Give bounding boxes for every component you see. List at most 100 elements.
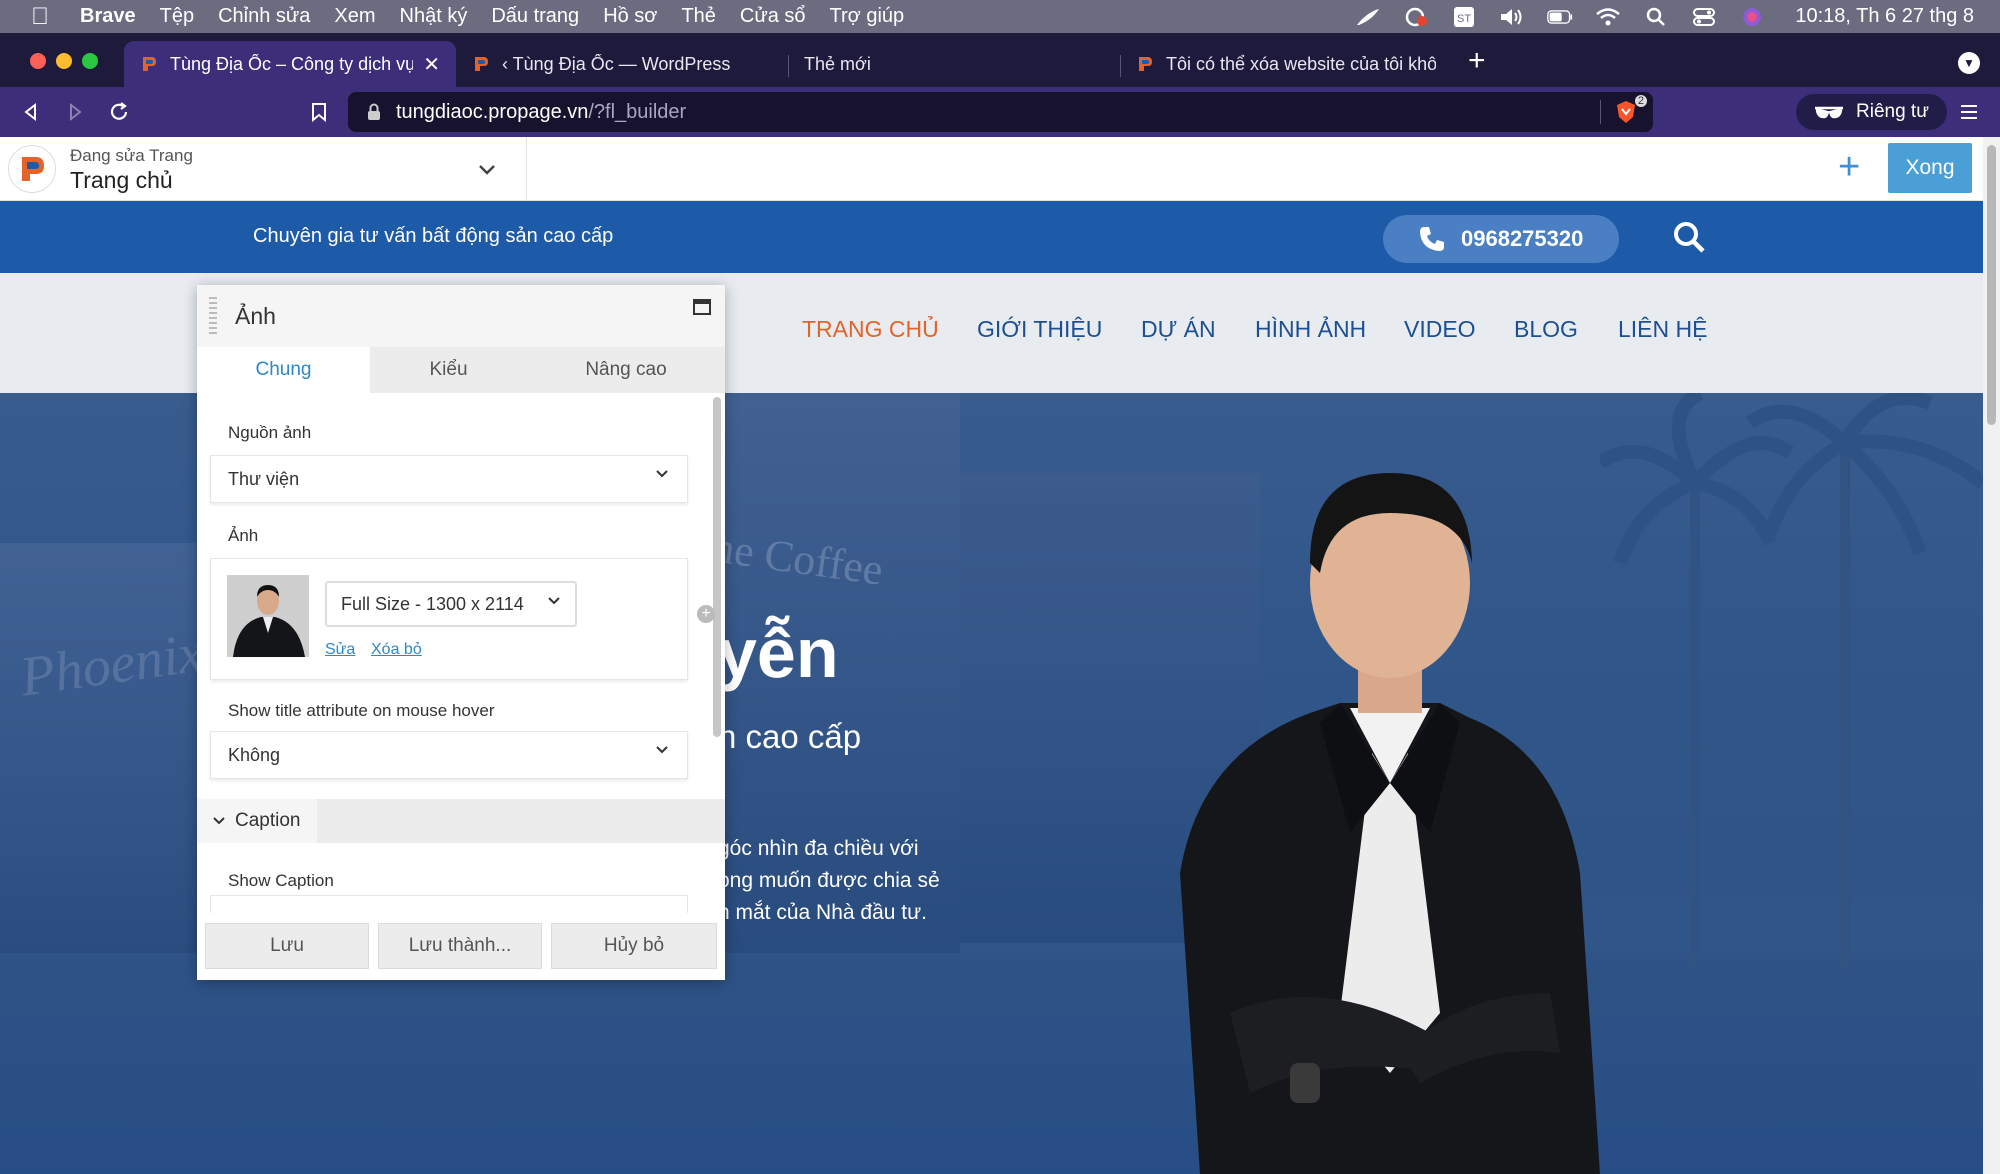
- spotlight-icon[interactable]: [1643, 7, 1669, 27]
- new-tab-plus-icon[interactable]: +: [1468, 46, 1486, 76]
- menu-edit[interactable]: Chỉnh sửa: [218, 5, 310, 28]
- tab-delete-website[interactable]: Tôi có thể xóa website của tôi không: [1120, 41, 1452, 87]
- save-button[interactable]: Lưu: [205, 923, 369, 969]
- menu-profiles[interactable]: Hồ sơ: [603, 5, 657, 28]
- tab-title: Thẻ mới: [804, 53, 871, 74]
- consultant-portrait: [1180, 473, 1600, 1174]
- done-button[interactable]: Xong: [1888, 143, 1972, 193]
- add-circle-icon[interactable]: +: [697, 605, 715, 623]
- menu-window[interactable]: Cửa sổ: [740, 5, 806, 28]
- url-host: tungdiaoc.propage.vn: [396, 100, 589, 123]
- close-window-button[interactable]: [30, 53, 46, 69]
- nav-images[interactable]: HÌNH ẢNH: [1255, 316, 1366, 343]
- show-caption-select[interactable]: [210, 895, 688, 913]
- tab-advanced[interactable]: Nâng cao: [527, 347, 725, 393]
- page-scrollbar[interactable]: [1983, 137, 2000, 1174]
- reload-icon[interactable]: [104, 97, 134, 127]
- tab-general[interactable]: Chung: [197, 347, 370, 393]
- url-separator: [1600, 100, 1601, 124]
- phone-icon: [1420, 227, 1444, 251]
- show-caption-label: Show Caption: [228, 871, 334, 890]
- menu-help[interactable]: Trợ giúp: [830, 5, 905, 28]
- back-arrow-icon[interactable]: [16, 97, 46, 127]
- panel-header[interactable]: Ảnh: [197, 285, 725, 347]
- maximize-panel-icon[interactable]: [693, 299, 711, 315]
- image-size-select[interactable]: Full Size - 1300 x 2114: [325, 581, 577, 627]
- chevron-down-icon[interactable]: [478, 159, 496, 182]
- brave-shields-icon[interactable]: [1615, 100, 1637, 124]
- volume-icon[interactable]: [1499, 7, 1525, 27]
- title-attr-select[interactable]: Không: [210, 731, 688, 779]
- nav-home[interactable]: TRANG CHỦ: [802, 316, 939, 343]
- builder-logo[interactable]: [8, 145, 56, 193]
- control-center-icon[interactable]: [1691, 7, 1717, 27]
- siri-icon[interactable]: [1739, 7, 1765, 27]
- st-icon[interactable]: ST: [1451, 6, 1477, 27]
- private-window-indicator[interactable]: Riêng tư: [1796, 94, 1947, 130]
- minimize-window-button[interactable]: [56, 53, 72, 69]
- image-picker: Full Size - 1300 x 2114 Sửa Xóa bỏ: [210, 558, 688, 680]
- image-size-value: Full Size - 1300 x 2114: [341, 593, 524, 614]
- address-bar[interactable]: tungdiaoc.propage.vn/?fl_builder 2: [348, 92, 1653, 132]
- hamburger-menu-icon[interactable]: [1954, 97, 1984, 127]
- hero-line: góc nhìn đa chiều với: [718, 837, 919, 860]
- remove-image-link[interactable]: Xóa bỏ: [371, 641, 422, 659]
- hero-subtitle: n cao cấp: [718, 718, 862, 755]
- tab-tung-dia-oc[interactable]: Tùng Địa Ốc – Công ty dịch vụ bất ✕: [124, 41, 456, 87]
- phone-number: 0968275320: [1461, 226, 1584, 251]
- hero-paragraph: góc nhìn đa chiều với ong muốn được chia…: [718, 833, 940, 929]
- tab-style[interactable]: Kiểu: [370, 347, 527, 393]
- cancel-button[interactable]: Hủy bỏ: [551, 923, 717, 969]
- edit-image-link[interactable]: Sửa: [325, 641, 355, 659]
- battery-icon[interactable]: [1547, 7, 1573, 27]
- chevron-down-icon: [548, 597, 560, 605]
- close-tab-icon[interactable]: ✕: [423, 52, 440, 77]
- panel-scrollbar-thumb[interactable]: [713, 397, 721, 737]
- menubar-clock[interactable]: 10:18, Th 6 27 thg 8: [1795, 5, 1974, 28]
- nav-blog[interactable]: BLOG: [1514, 316, 1578, 343]
- forward-arrow-icon[interactable]: [60, 97, 90, 127]
- feather-icon[interactable]: [1355, 7, 1381, 27]
- site-tagline: Chuyên gia tư vấn bất động sản cao cấp: [253, 225, 614, 247]
- menu-view[interactable]: Xem: [334, 5, 375, 28]
- phone-button[interactable]: 0968275320: [1383, 215, 1619, 263]
- caption-section-toggle[interactable]: Caption: [197, 799, 317, 843]
- macos-menubar:  Brave Tệp Chỉnh sửa Xem Nhật ký Dấu tr…: [0, 0, 2000, 33]
- browser-tab-strip: Tùng Địa Ốc – Công ty dịch vụ bất ✕ ‹ Tù…: [0, 33, 2000, 87]
- menu-history[interactable]: Nhật ký: [400, 5, 468, 28]
- tab-new[interactable]: Thẻ mới: [788, 41, 1120, 87]
- save-as-button[interactable]: Lưu thành...: [378, 923, 542, 969]
- zoom-window-button[interactable]: [82, 53, 98, 69]
- apple-menu-icon[interactable]: : [0, 3, 80, 31]
- nav-video[interactable]: VIDEO: [1404, 316, 1476, 343]
- nav-about[interactable]: GIỚI THIỆU: [977, 316, 1102, 343]
- chevron-down-icon: [656, 470, 668, 478]
- scrollbar-thumb[interactable]: [1987, 145, 1996, 425]
- wifi-icon[interactable]: [1595, 7, 1621, 27]
- hero-line: ong muốn được chia sẻ: [718, 869, 940, 892]
- search-icon[interactable]: [1672, 220, 1706, 254]
- add-content-plus-icon[interactable]: +: [1838, 147, 1860, 187]
- panel-body: Nguồn ảnh Thư viện Ảnh Full Size - 1300 …: [197, 393, 725, 913]
- image-thumbnail[interactable]: [227, 575, 309, 657]
- drag-handle-icon[interactable]: [209, 297, 217, 337]
- tab-menu-chevron-icon[interactable]: ▼: [1958, 52, 1980, 74]
- tab-title: Tôi có thể xóa website của tôi không: [1166, 53, 1436, 74]
- menu-app-brave[interactable]: Brave: [80, 5, 136, 28]
- image-source-value: Thư viện: [228, 468, 300, 489]
- menu-tab[interactable]: Thẻ: [681, 5, 715, 28]
- image-source-select[interactable]: Thư viện: [210, 455, 688, 503]
- menu-file[interactable]: Tệp: [160, 5, 194, 28]
- tab-wordpress[interactable]: ‹ Tùng Địa Ốc — WordPress: [456, 41, 788, 87]
- builder-divider: [526, 137, 527, 201]
- image-label: Ảnh: [228, 526, 259, 545]
- bookmark-icon[interactable]: [304, 97, 334, 127]
- creative-cloud-icon[interactable]: [1403, 7, 1429, 27]
- title-attr-label: Show title attribute on mouse hover: [228, 701, 495, 720]
- menu-bookmarks[interactable]: Dấu trang: [491, 5, 579, 28]
- hero-line: n mắt của Nhà đầu tư.: [718, 901, 928, 924]
- nav-projects[interactable]: DỰ ÁN: [1141, 316, 1216, 343]
- url-text: tungdiaoc.propage.vn/?fl_builder: [396, 101, 686, 124]
- nav-contact[interactable]: LIÊN HỆ: [1618, 316, 1707, 343]
- page-title[interactable]: Trang chủ: [70, 167, 173, 194]
